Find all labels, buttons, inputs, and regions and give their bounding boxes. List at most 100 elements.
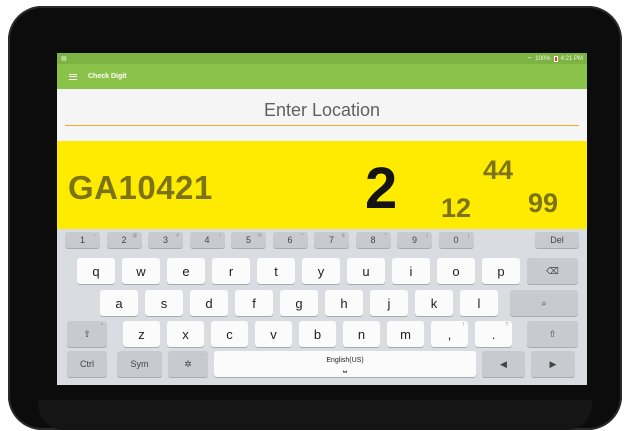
key-9[interactable]: 9( (397, 232, 432, 248)
key-k[interactable]: k (415, 290, 453, 316)
key-7[interactable]: 7 & (314, 232, 349, 248)
key-g[interactable]: g (280, 290, 318, 316)
arrow-right-key[interactable]: ▶ (531, 351, 575, 377)
key-0[interactable]: 0) (438, 232, 474, 248)
check-digit: 2 (365, 156, 398, 221)
key-o-label: o (452, 263, 460, 279)
shift-left-key[interactable]: ⇧ • (67, 321, 107, 347)
key-a[interactable]: a (100, 290, 138, 316)
key-n-label: n (357, 326, 366, 342)
space-key[interactable]: English(US) ⎵ (214, 351, 476, 377)
arrow-right-key-label: ▶ (549, 358, 557, 369)
key-i[interactable]: i (392, 258, 430, 284)
key-2[interactable]: 2 @ (106, 232, 142, 248)
key-1[interactable]: 1 ~ (65, 232, 100, 248)
key-t-label: t (274, 263, 278, 279)
key-3-hint: # (176, 233, 179, 239)
settings-key[interactable]: ✲ ··· (168, 351, 208, 377)
battery-level: 100% (535, 55, 551, 62)
key-comma-hint: ! (462, 322, 464, 328)
shift-left-key-label: ⇧ (83, 328, 91, 339)
key-8[interactable]: 8 * (355, 232, 391, 248)
key-y[interactable]: y (302, 258, 340, 284)
check-digit-panel: GA10421 2 44 12 99 (57, 141, 587, 229)
key-4[interactable]: 4/ (189, 232, 225, 248)
key-u-label: u (362, 263, 370, 279)
key-1-label: 1 (79, 235, 85, 245)
key-1-hint: ~ (93, 233, 96, 239)
key-f[interactable]: f (235, 290, 273, 316)
battery-icon (553, 55, 558, 62)
key-h-label: h (340, 295, 348, 311)
search-key-label: ⌕ (541, 297, 547, 308)
key-l[interactable]: l (460, 290, 498, 316)
key-a-label: a (115, 295, 123, 311)
tablet-bezel-bottom (38, 400, 592, 430)
key-8-label: 8 (370, 235, 376, 245)
key-r[interactable]: r (212, 258, 250, 284)
shift-left-key-hint: • (101, 322, 103, 328)
shift-right-key-label: ⇧ (548, 328, 557, 339)
key-g-label: g (295, 295, 303, 311)
notification-icon: ▤ (61, 56, 67, 62)
sym-key-label: Sym (130, 359, 149, 369)
key-w[interactable]: w (122, 258, 160, 284)
top-number: 44 (483, 155, 514, 185)
key-y-label: y (317, 263, 325, 279)
key-period[interactable]: .? (475, 321, 512, 347)
settings-gear-icon: ✲ (184, 358, 192, 369)
key-z[interactable]: z (123, 321, 160, 347)
key-f-label: f (252, 295, 256, 311)
key-5-label: 5 (245, 235, 251, 245)
key-j-label: j (387, 295, 391, 311)
key-q-label: q (92, 263, 100, 279)
hamburger-menu-icon[interactable] (69, 73, 77, 80)
key-u[interactable]: u (347, 258, 385, 284)
sym-key[interactable]: Sym (117, 351, 162, 377)
key-c[interactable]: c (211, 321, 248, 347)
app-bar: Check Digit (57, 64, 587, 89)
delete-key[interactable]: Del (535, 232, 579, 248)
key-v[interactable]: v (255, 321, 292, 347)
key-t[interactable]: t (257, 258, 295, 284)
key-s[interactable]: s (145, 290, 183, 316)
left-number: 12 (441, 193, 472, 223)
search-key[interactable]: ⌕ (510, 290, 578, 316)
key-x[interactable]: x (167, 321, 204, 347)
location-field[interactable]: Enter Location (57, 89, 587, 141)
key-3[interactable]: 3 # (148, 232, 183, 248)
key-d[interactable]: d (190, 290, 228, 316)
key-5[interactable]: 5% (231, 232, 266, 248)
location-input-hint[interactable]: Enter Location (57, 100, 587, 121)
key-comma-label: , (447, 326, 452, 342)
arrow-left-key[interactable]: ◀ (482, 351, 525, 377)
key-h[interactable]: h (325, 290, 363, 316)
backspace-key[interactable]: ⌫ (527, 258, 578, 284)
shift-right-key[interactable]: ⇧ (527, 321, 578, 347)
key-e-label: e (182, 263, 190, 279)
key-4-label: 4 (204, 235, 210, 245)
screen: ▤ ⌔ 100% 4:21 PM Check Digit Enter Locat… (57, 53, 587, 385)
key-9-label: 9 (411, 235, 417, 245)
ctrl-key-label: Ctrl (80, 359, 94, 369)
key-e[interactable]: e (167, 258, 205, 284)
key-q[interactable]: q (77, 258, 115, 284)
key-o[interactable]: o (437, 258, 475, 284)
key-j[interactable]: j (370, 290, 408, 316)
ctrl-key[interactable]: Ctrl (67, 351, 107, 377)
key-d-label: d (205, 295, 213, 311)
key-m[interactable]: m (387, 321, 424, 347)
key-n[interactable]: n (343, 321, 380, 347)
key-9-hint: ( (426, 233, 428, 239)
arrow-left-key-label: ◀ (500, 358, 507, 369)
key-b-label: b (313, 326, 322, 342)
delete-key-label: Del (550, 235, 564, 245)
key-p[interactable]: p (482, 258, 520, 284)
key-6[interactable]: 6 ^ (272, 232, 308, 248)
key-b[interactable]: b (299, 321, 336, 347)
key-4-hint: / (219, 233, 221, 239)
key-comma[interactable]: ,! (431, 321, 468, 347)
key-w-label: w (136, 263, 146, 279)
spacebar-icon: ⎵ (343, 361, 347, 373)
key-k-label: k (430, 295, 438, 311)
